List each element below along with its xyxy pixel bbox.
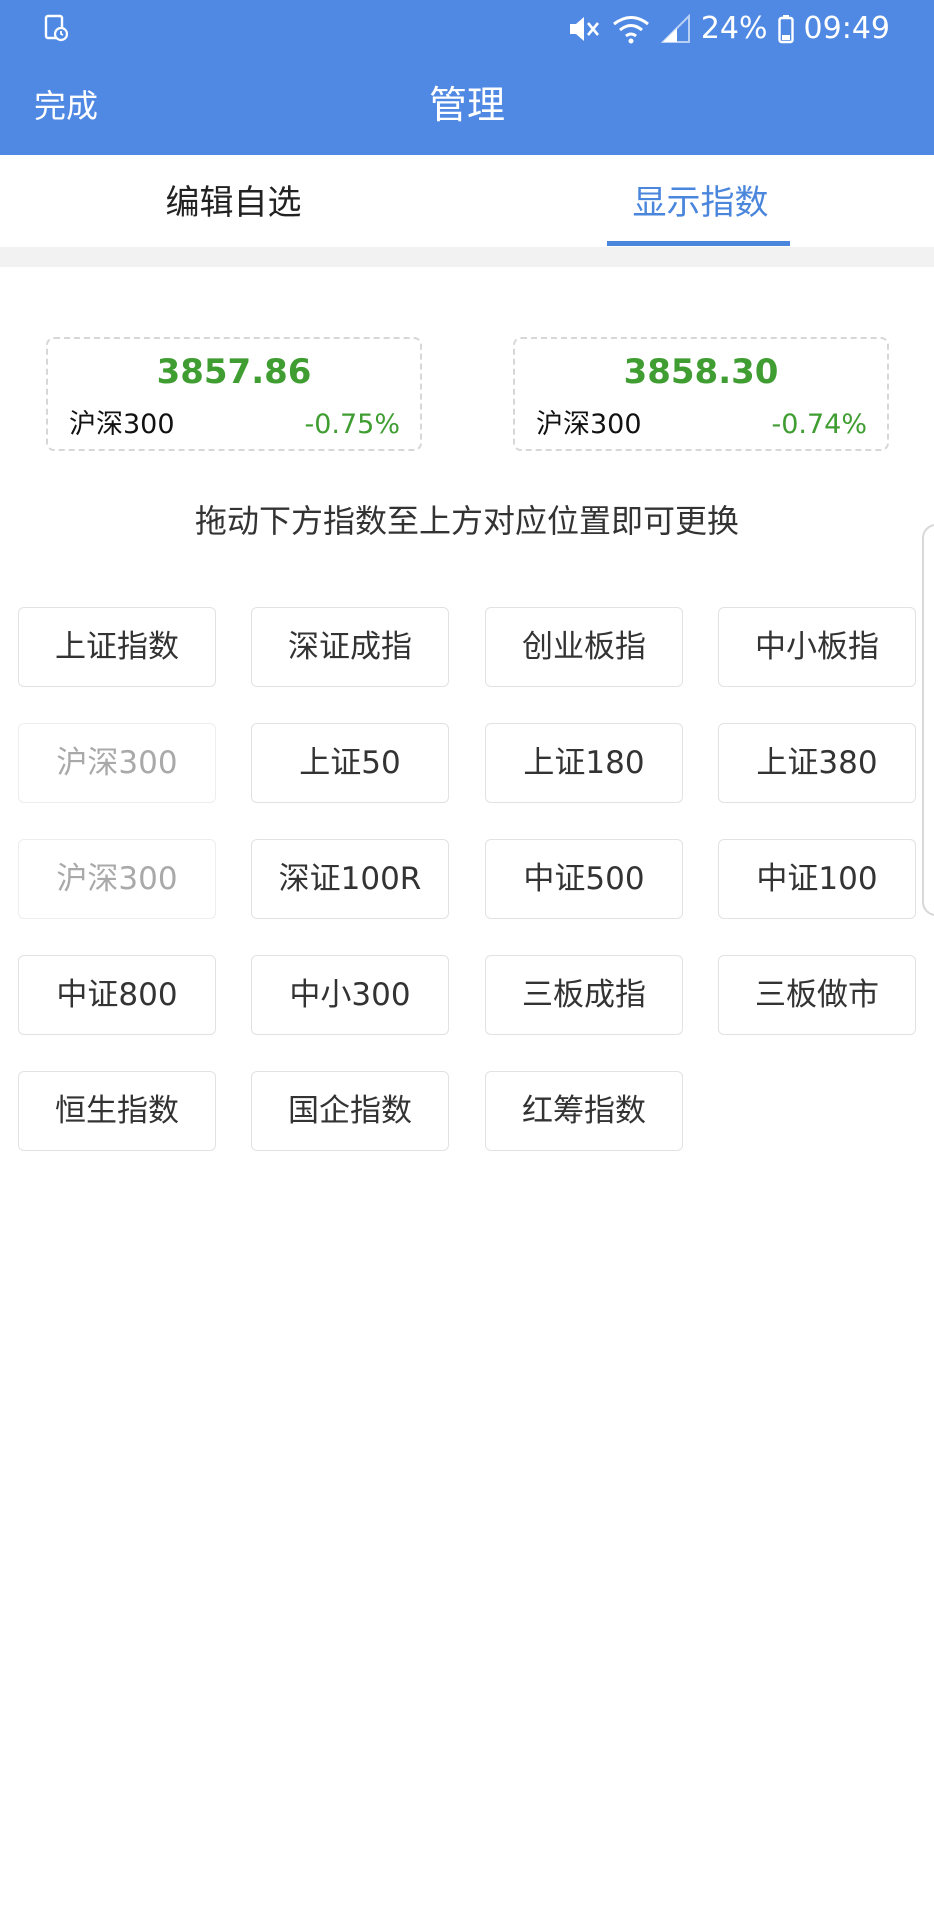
index-option-hengsheng[interactable]: 恒生指数 xyxy=(18,1071,216,1151)
clock: 09:49 xyxy=(803,11,890,46)
battery-percent: 24% xyxy=(700,11,768,46)
index-option-sanban-chengzhi[interactable]: 三板成指 xyxy=(485,955,683,1035)
index-option-shenzheng100r[interactable]: 深证100R xyxy=(251,839,449,919)
drag-hint: 拖动下方指数至上方对应位置即可更换 xyxy=(194,502,739,540)
index-option-shangzheng180[interactable]: 上证180 xyxy=(485,723,683,803)
tab-bar: 编辑自选 显示指数 xyxy=(0,155,934,247)
index-value: 3858.30 xyxy=(623,352,779,392)
index-option-guoqi[interactable]: 国企指数 xyxy=(251,1071,449,1151)
index-option-hushen300: 沪深300 xyxy=(18,723,216,803)
index-slot-2[interactable]: 3858.30 沪深300 -0.74% xyxy=(513,337,889,451)
index-option-shangzheng50[interactable]: 上证50 xyxy=(251,723,449,803)
wifi-icon xyxy=(611,14,651,44)
edge-panel-handle[interactable] xyxy=(922,524,934,916)
app-header: 24% 09:49 完成 管理 xyxy=(0,0,934,155)
active-tab-indicator xyxy=(607,241,790,246)
index-value: 3857.86 xyxy=(156,352,312,392)
index-change: -0.74% xyxy=(771,409,867,440)
mute-icon xyxy=(567,14,601,44)
index-name: 沪深300 xyxy=(536,409,642,440)
battery-icon xyxy=(777,14,794,44)
index-slot-1[interactable]: 3857.86 沪深300 -0.75% xyxy=(46,337,422,451)
index-name: 沪深300 xyxy=(69,409,175,440)
index-option-zhongzheng500[interactable]: 中证500 xyxy=(485,839,683,919)
signal-icon xyxy=(660,14,691,44)
status-right: 24% 09:49 xyxy=(567,8,890,50)
tab-edit-watchlist[interactable]: 编辑自选 xyxy=(0,155,467,247)
index-option-zhongzheng100[interactable]: 中证100 xyxy=(718,839,916,919)
index-option-zhongzheng800[interactable]: 中证800 xyxy=(18,955,216,1035)
index-option-chuangye[interactable]: 创业板指 xyxy=(485,607,683,687)
index-option-shenzheng-chengzhi[interactable]: 深证成指 xyxy=(251,607,449,687)
index-option-hongchou[interactable]: 红筹指数 xyxy=(485,1071,683,1151)
page-title: 管理 xyxy=(428,83,505,127)
notification-icon xyxy=(44,14,69,42)
index-option-sanban-zuoshi[interactable]: 三板做市 xyxy=(718,955,916,1035)
index-option-zhongxiaoban[interactable]: 中小板指 xyxy=(718,607,916,687)
index-option-zhongxiao300[interactable]: 中小300 xyxy=(251,955,449,1035)
nav-bar: 完成 管理 xyxy=(0,58,934,155)
status-bar: 24% 09:49 xyxy=(0,0,934,58)
tab-show-indices[interactable]: 显示指数 xyxy=(467,155,934,247)
index-option-shangzheng380[interactable]: 上证380 xyxy=(718,723,916,803)
index-change: -0.75% xyxy=(304,409,400,440)
section-divider xyxy=(0,247,934,267)
index-option-shangzheng[interactable]: 上证指数 xyxy=(18,607,216,687)
index-option-hushen300-2: 沪深300 xyxy=(18,839,216,919)
